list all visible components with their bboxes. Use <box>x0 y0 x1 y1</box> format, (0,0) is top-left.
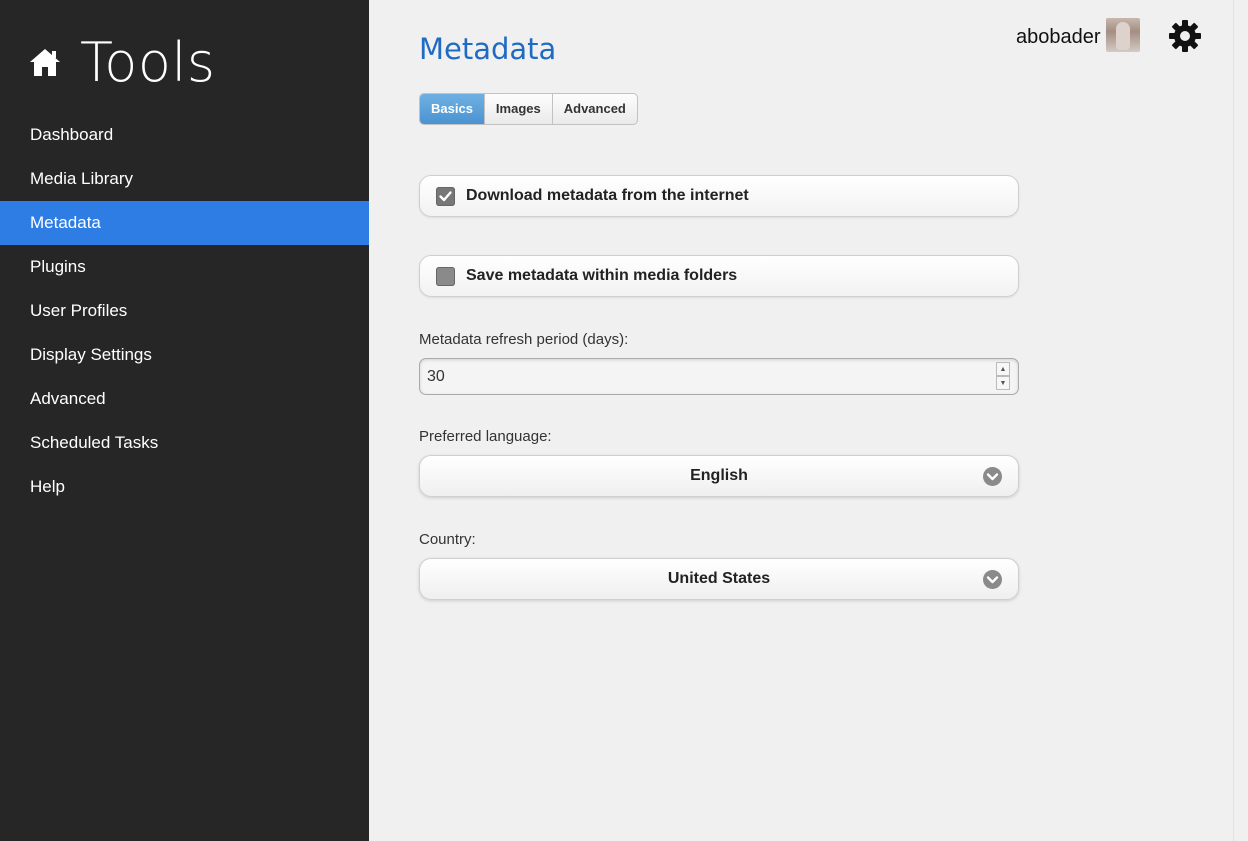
refresh-period-value: 30 <box>427 368 445 385</box>
sidebar-nav: Dashboard Media Library Metadata Plugins… <box>0 113 369 509</box>
sidebar: Tools Dashboard Media Library Metadata P… <box>0 0 369 841</box>
tab-images[interactable]: Images <box>485 94 553 124</box>
download-metadata-toggle[interactable]: Download metadata from the internet <box>419 175 1019 217</box>
username[interactable]: abobader <box>1016 26 1101 49</box>
number-spinner: ▲ ▼ <box>996 362 1010 391</box>
gear-icon[interactable] <box>1167 18 1203 54</box>
language-value: English <box>690 467 748 484</box>
avatar-face <box>1116 22 1130 50</box>
language-label: Preferred language: <box>419 428 552 445</box>
checkbox-checked-icon[interactable] <box>436 187 455 206</box>
brand-title: Tools <box>80 30 216 94</box>
scrollbar[interactable] <box>1233 0 1248 841</box>
save-metadata-label: Save metadata within media folders <box>466 267 738 284</box>
download-metadata-label: Download metadata from the internet <box>466 187 749 204</box>
sidebar-item-plugins[interactable]: Plugins <box>0 245 369 289</box>
tab-bar: Basics Images Advanced <box>419 93 638 125</box>
sidebar-item-advanced[interactable]: Advanced <box>0 377 369 421</box>
sidebar-item-media-library[interactable]: Media Library <box>0 157 369 201</box>
refresh-period-input[interactable]: 30 ▲ ▼ <box>419 358 1019 395</box>
page-title: Metadata <box>419 32 557 66</box>
sidebar-item-display-settings[interactable]: Display Settings <box>0 333 369 377</box>
home-icon <box>28 45 62 79</box>
tab-advanced[interactable]: Advanced <box>553 94 637 124</box>
sidebar-item-dashboard[interactable]: Dashboard <box>0 113 369 157</box>
country-label: Country: <box>419 531 476 548</box>
refresh-period-label: Metadata refresh period (days): <box>419 331 629 348</box>
sidebar-item-metadata[interactable]: Metadata <box>0 201 369 245</box>
sidebar-item-user-profiles[interactable]: User Profiles <box>0 289 369 333</box>
spin-down-icon[interactable]: ▼ <box>996 376 1010 390</box>
save-metadata-toggle[interactable]: Save metadata within media folders <box>419 255 1019 297</box>
chevron-down-icon <box>983 467 1002 486</box>
sidebar-item-help[interactable]: Help <box>0 465 369 509</box>
country-select[interactable]: United States <box>419 558 1019 600</box>
spin-up-icon[interactable]: ▲ <box>996 362 1010 376</box>
country-value: United States <box>667 570 771 587</box>
chevron-down-icon <box>983 570 1002 589</box>
language-select[interactable]: English <box>419 455 1019 497</box>
checkbox-unchecked-icon[interactable] <box>436 267 455 286</box>
brand[interactable]: Tools <box>28 30 216 94</box>
sidebar-item-scheduled-tasks[interactable]: Scheduled Tasks <box>0 421 369 465</box>
tab-basics[interactable]: Basics <box>420 94 485 124</box>
avatar[interactable] <box>1106 18 1140 52</box>
